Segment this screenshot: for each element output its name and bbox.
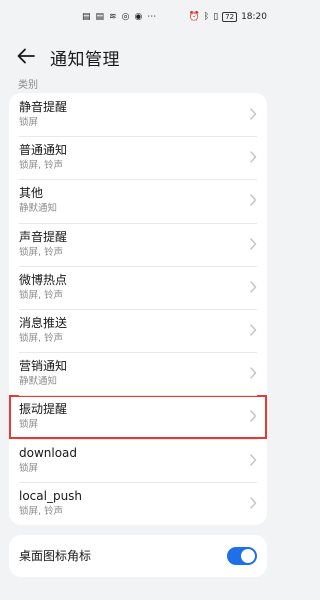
badge-toggle-switch[interactable] bbox=[227, 547, 257, 565]
status-bar: ▤ ▤ ≋ ◎ ◉ ⋯ ⏰ ᛒ ▯ 72 18:20 bbox=[0, 0, 276, 38]
category-subtitle: 静默通知 bbox=[19, 203, 58, 215]
chevron-right-icon bbox=[250, 367, 257, 379]
category-title: 消息推送 bbox=[19, 315, 68, 330]
category-list: 静音提醒 锁屏 普通通知 锁屏, 铃声 其他 静默通知 声音提醒 锁屏, 铃声 … bbox=[9, 93, 267, 525]
back-button[interactable] bbox=[14, 44, 38, 68]
category-title: 静音提醒 bbox=[19, 100, 68, 114]
category-item[interactable]: 消息推送 锁屏, 铃声 bbox=[9, 308, 267, 352]
chevron-right-icon bbox=[250, 237, 257, 250]
status-icons-right: ⏰ ᛒ ▯ 72 18:20 bbox=[189, 12, 267, 22]
alarm-icon: ⏰ bbox=[188, 12, 200, 22]
section-label: 类别 bbox=[18, 80, 38, 91]
bluetooth-icon: ᛒ bbox=[203, 12, 210, 22]
chevron-right-icon bbox=[250, 151, 257, 163]
category-subtitle: 静默通知 bbox=[19, 376, 58, 388]
chevron-right-icon bbox=[250, 194, 257, 207]
app-header: 通知管理 bbox=[0, 40, 276, 72]
toggle-knob bbox=[241, 549, 255, 563]
chevron-right-icon bbox=[250, 281, 257, 293]
category-subtitle: 锁屏, 铃声 bbox=[19, 289, 64, 301]
category-subtitle: 锁屏, 铃声 bbox=[19, 332, 64, 344]
category-subtitle: 锁屏, 铃声 bbox=[19, 160, 64, 172]
category-item-highlighted[interactable]: 振动提醒 锁屏 bbox=[9, 395, 267, 439]
category-item[interactable]: 微博热点 锁屏, 铃声 bbox=[9, 265, 267, 309]
category-title: local_push bbox=[19, 488, 83, 503]
wechat-icon: ◎ bbox=[121, 12, 130, 22]
chevron-right-icon bbox=[250, 324, 257, 336]
category-title: 营销通知 bbox=[19, 359, 68, 374]
chevron-right-icon bbox=[250, 108, 257, 120]
category-item[interactable]: 声音提醒 锁屏, 铃声 bbox=[9, 222, 267, 266]
ellipsis-icon: ⋯ bbox=[147, 12, 157, 22]
badge-setting-card: 桌面图标角标 bbox=[9, 535, 267, 577]
category-subtitle: 锁屏 bbox=[19, 117, 39, 128]
category-item[interactable]: 营销通知 静默通知 bbox=[9, 352, 267, 395]
category-title: 声音提醒 bbox=[19, 229, 68, 244]
category-title: 微博热点 bbox=[19, 272, 68, 287]
category-subtitle: 锁屏 bbox=[19, 419, 39, 431]
category-title: 普通通知 bbox=[19, 143, 68, 158]
category-title: download bbox=[19, 445, 78, 460]
category-item[interactable]: download 锁屏 bbox=[9, 438, 267, 482]
status-time: 18:20 bbox=[241, 12, 267, 22]
status-icons-left: ▤ ▤ ≋ ◎ ◉ ⋯ bbox=[82, 12, 156, 22]
category-subtitle: 锁屏 bbox=[19, 462, 39, 474]
sim-card-icon: ▤ bbox=[95, 12, 105, 22]
category-item[interactable]: 其他 静默通知 bbox=[9, 179, 267, 222]
badge-setting-label: 桌面图标角标 bbox=[19, 549, 92, 563]
chevron-right-icon bbox=[250, 453, 257, 466]
category-subtitle: 锁屏, 铃声 bbox=[19, 246, 64, 258]
vibrate-icon: ▯ bbox=[213, 12, 219, 22]
category-item[interactable]: 静音提醒 锁屏 bbox=[9, 93, 267, 136]
category-title: 振动提醒 bbox=[19, 402, 68, 417]
battery-indicator: 72 bbox=[222, 12, 238, 22]
category-subtitle: 锁屏, 铃声 bbox=[19, 505, 64, 517]
bottom-spacer bbox=[0, 590, 276, 600]
back-arrow-icon bbox=[17, 48, 35, 64]
category-title: 其他 bbox=[19, 186, 44, 201]
weibo-icon: ◉ bbox=[134, 12, 143, 22]
category-item[interactable]: local_push 锁屏, 铃声 bbox=[9, 481, 267, 525]
page-title: 通知管理 bbox=[50, 50, 120, 70]
chevron-right-icon bbox=[250, 410, 257, 423]
chevron-right-icon bbox=[250, 496, 257, 509]
sim-card-icon: ▤ bbox=[82, 12, 91, 22]
category-item[interactable]: 普通通知 锁屏, 铃声 bbox=[9, 136, 267, 179]
wifi-icon: ≋ bbox=[109, 12, 117, 22]
